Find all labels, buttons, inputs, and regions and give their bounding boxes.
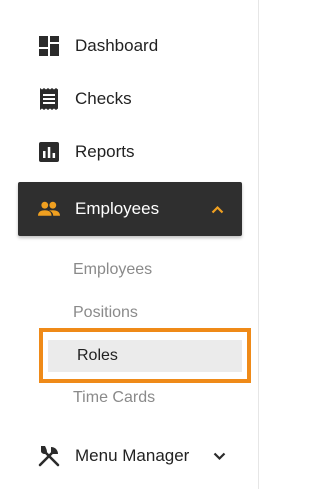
chevron-up-icon bbox=[210, 202, 224, 216]
dashboard-icon bbox=[38, 35, 60, 57]
sidebar-item-dashboard[interactable]: Dashboard bbox=[18, 26, 242, 66]
sidebar-item-label: Reports bbox=[75, 142, 135, 161]
submenu-item-positions[interactable]: Positions bbox=[73, 304, 138, 322]
bar-chart-icon bbox=[38, 141, 60, 163]
sidebar-item-checks[interactable]: Checks bbox=[18, 79, 242, 119]
sidebar-item-reports[interactable]: Reports bbox=[18, 132, 242, 172]
sidebar-item-label: Checks bbox=[75, 89, 132, 108]
sidebar-item-menu-manager[interactable]: Menu Manager bbox=[18, 436, 242, 476]
submenu-item-label: Roles bbox=[77, 347, 118, 364]
chevron-down-icon bbox=[212, 449, 226, 463]
people-icon bbox=[38, 198, 60, 220]
receipt-icon bbox=[38, 88, 60, 110]
highlight-frame: Roles bbox=[39, 328, 251, 383]
sidebar-item-label: Menu Manager bbox=[75, 446, 190, 465]
submenu-item-employees[interactable]: Employees bbox=[73, 261, 152, 279]
submenu-item-time-cards[interactable]: Time Cards bbox=[73, 389, 155, 407]
sidebar: Dashboard Checks Reports Employees Emplo… bbox=[0, 0, 258, 489]
utensils-icon bbox=[38, 445, 60, 467]
sidebar-item-label: Dashboard bbox=[75, 36, 159, 55]
sidebar-item-label: Employees bbox=[75, 199, 160, 218]
sidebar-divider bbox=[258, 0, 259, 489]
submenu-item-roles[interactable]: Roles bbox=[48, 340, 242, 372]
sidebar-item-employees[interactable]: Employees bbox=[18, 182, 242, 236]
